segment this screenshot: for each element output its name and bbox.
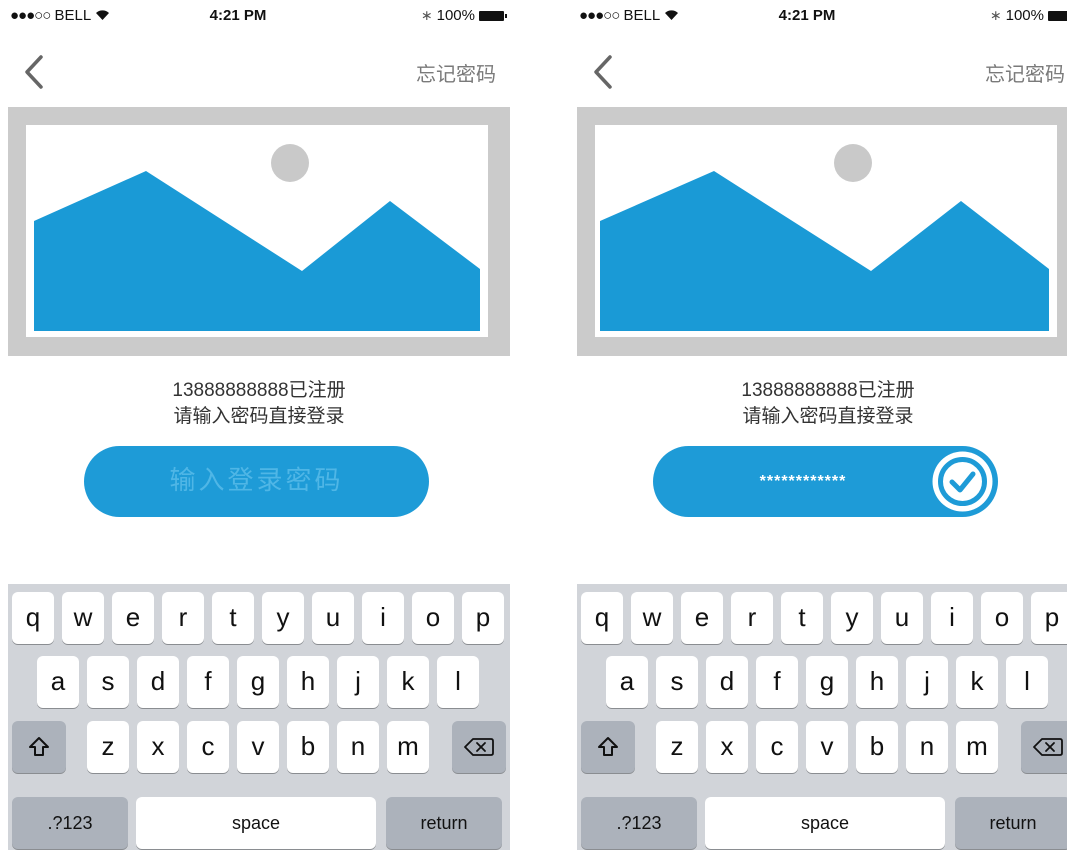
key-h[interactable]: h <box>856 656 898 708</box>
phone-screen-filled: ●●●○○ BELL 4:21 PM ∗ 100% 忘记密码 1388888888… <box>577 0 1067 850</box>
banner-image-placeholder <box>577 107 1067 356</box>
back-button[interactable] <box>22 54 46 90</box>
numbers-key[interactable]: .?123 <box>581 797 697 849</box>
password-masked-value: ************ <box>759 473 847 490</box>
key-x[interactable]: x <box>706 721 748 773</box>
key-t[interactable]: t <box>212 592 254 644</box>
key-e[interactable]: e <box>112 592 154 644</box>
backspace-icon <box>1033 738 1063 756</box>
key-w[interactable]: w <box>62 592 104 644</box>
key-t[interactable]: t <box>781 592 823 644</box>
key-h[interactable]: h <box>287 656 329 708</box>
chevron-left-icon <box>594 55 612 89</box>
key-b[interactable]: b <box>287 721 329 773</box>
key-i[interactable]: i <box>931 592 973 644</box>
shift-key[interactable] <box>581 721 635 773</box>
key-p[interactable]: p <box>1031 592 1067 644</box>
return-key[interactable]: return <box>386 797 502 849</box>
key-f[interactable]: f <box>756 656 798 708</box>
key-g[interactable]: g <box>237 656 279 708</box>
chevron-left-icon <box>25 55 43 89</box>
status-bar: ●●●○○ BELL 4:21 PM ∗ 100% <box>577 0 1067 34</box>
password-placeholder: 输入登录密码 <box>169 466 344 496</box>
space-key[interactable]: space <box>136 797 376 849</box>
phone-screen-empty: ●●●○○ BELL 4:21 PM ∗ 100% 忘记密码 1388888888… <box>8 0 510 850</box>
battery-percent: 100% <box>1005 7 1044 24</box>
bluetooth-icon: ∗ <box>420 7 433 23</box>
password-input[interactable]: ************ <box>653 446 998 517</box>
key-j[interactable]: j <box>906 656 948 708</box>
key-s[interactable]: s <box>87 656 129 708</box>
key-n[interactable]: n <box>906 721 948 773</box>
key-m[interactable]: m <box>956 721 998 773</box>
backspace-icon <box>464 738 494 756</box>
key-k[interactable]: k <box>387 656 429 708</box>
key-u[interactable]: u <box>312 592 354 644</box>
key-b[interactable]: b <box>856 721 898 773</box>
forgot-password-link[interactable]: 忘记密码 <box>985 58 1065 87</box>
key-r[interactable]: r <box>731 592 773 644</box>
key-l[interactable]: l <box>1006 656 1048 708</box>
key-s[interactable]: s <box>656 656 698 708</box>
key-f[interactable]: f <box>187 656 229 708</box>
return-key[interactable]: return <box>955 797 1067 849</box>
status-time: 4:21 PM <box>209 7 267 24</box>
key-y[interactable]: y <box>831 592 873 644</box>
key-w[interactable]: w <box>631 592 673 644</box>
key-l[interactable]: l <box>437 656 479 708</box>
banner-image-placeholder <box>8 107 510 356</box>
key-o[interactable]: o <box>981 592 1023 644</box>
delete-key[interactable] <box>452 721 506 773</box>
checkmark-circle-icon[interactable] <box>931 450 994 513</box>
key-j[interactable]: j <box>337 656 379 708</box>
key-z[interactable]: z <box>87 721 129 773</box>
key-q[interactable]: q <box>12 592 54 644</box>
key-a[interactable]: a <box>37 656 79 708</box>
delete-key[interactable] <box>1021 721 1067 773</box>
key-q[interactable]: q <box>581 592 623 644</box>
forgot-password-link[interactable]: 忘记密码 <box>416 58 496 87</box>
key-y[interactable]: y <box>262 592 304 644</box>
status-bar: ●●●○○ BELL 4:21 PM ∗ 100% <box>8 0 510 34</box>
keyboard: q w e r t y u i o p a s d f g h j k l z x c v b n m .?123 space retu… <box>577 584 1067 850</box>
key-c[interactable]: c <box>756 721 798 773</box>
key-v[interactable]: v <box>806 721 848 773</box>
numbers-key[interactable]: .?123 <box>12 797 128 849</box>
shift-icon <box>29 737 49 756</box>
login-instruction: 请输入密码直接登录 <box>173 406 345 427</box>
key-o[interactable]: o <box>412 592 454 644</box>
battery-percent: 100% <box>436 7 475 24</box>
password-input[interactable]: 输入登录密码 <box>84 446 429 517</box>
key-c[interactable]: c <box>187 721 229 773</box>
key-d[interactable]: d <box>137 656 179 708</box>
key-d[interactable]: d <box>706 656 748 708</box>
key-k[interactable]: k <box>956 656 998 708</box>
key-g[interactable]: g <box>806 656 848 708</box>
shift-icon <box>598 737 618 756</box>
key-e[interactable]: e <box>681 592 723 644</box>
keyboard: q w e r t y u i o p a s d f g h j k l z x c v b n m .?123 space retu… <box>8 584 510 850</box>
key-n[interactable]: n <box>337 721 379 773</box>
space-key[interactable]: space <box>705 797 945 849</box>
key-r[interactable]: r <box>162 592 204 644</box>
key-x[interactable]: x <box>137 721 179 773</box>
battery-icon <box>479 11 507 21</box>
login-instruction: 请输入密码直接登录 <box>742 406 914 427</box>
key-i[interactable]: i <box>362 592 404 644</box>
key-p[interactable]: p <box>462 592 504 644</box>
registered-message: 13888888888已注册 <box>172 380 346 401</box>
back-button[interactable] <box>591 54 615 90</box>
status-time: 4:21 PM <box>778 7 836 24</box>
shift-key[interactable] <box>12 721 66 773</box>
key-a[interactable]: a <box>606 656 648 708</box>
key-u[interactable]: u <box>881 592 923 644</box>
bluetooth-icon: ∗ <box>989 7 1002 23</box>
registered-message: 13888888888已注册 <box>741 380 915 401</box>
battery-icon <box>1048 11 1067 21</box>
key-v[interactable]: v <box>237 721 279 773</box>
key-m[interactable]: m <box>387 721 429 773</box>
key-z[interactable]: z <box>656 721 698 773</box>
